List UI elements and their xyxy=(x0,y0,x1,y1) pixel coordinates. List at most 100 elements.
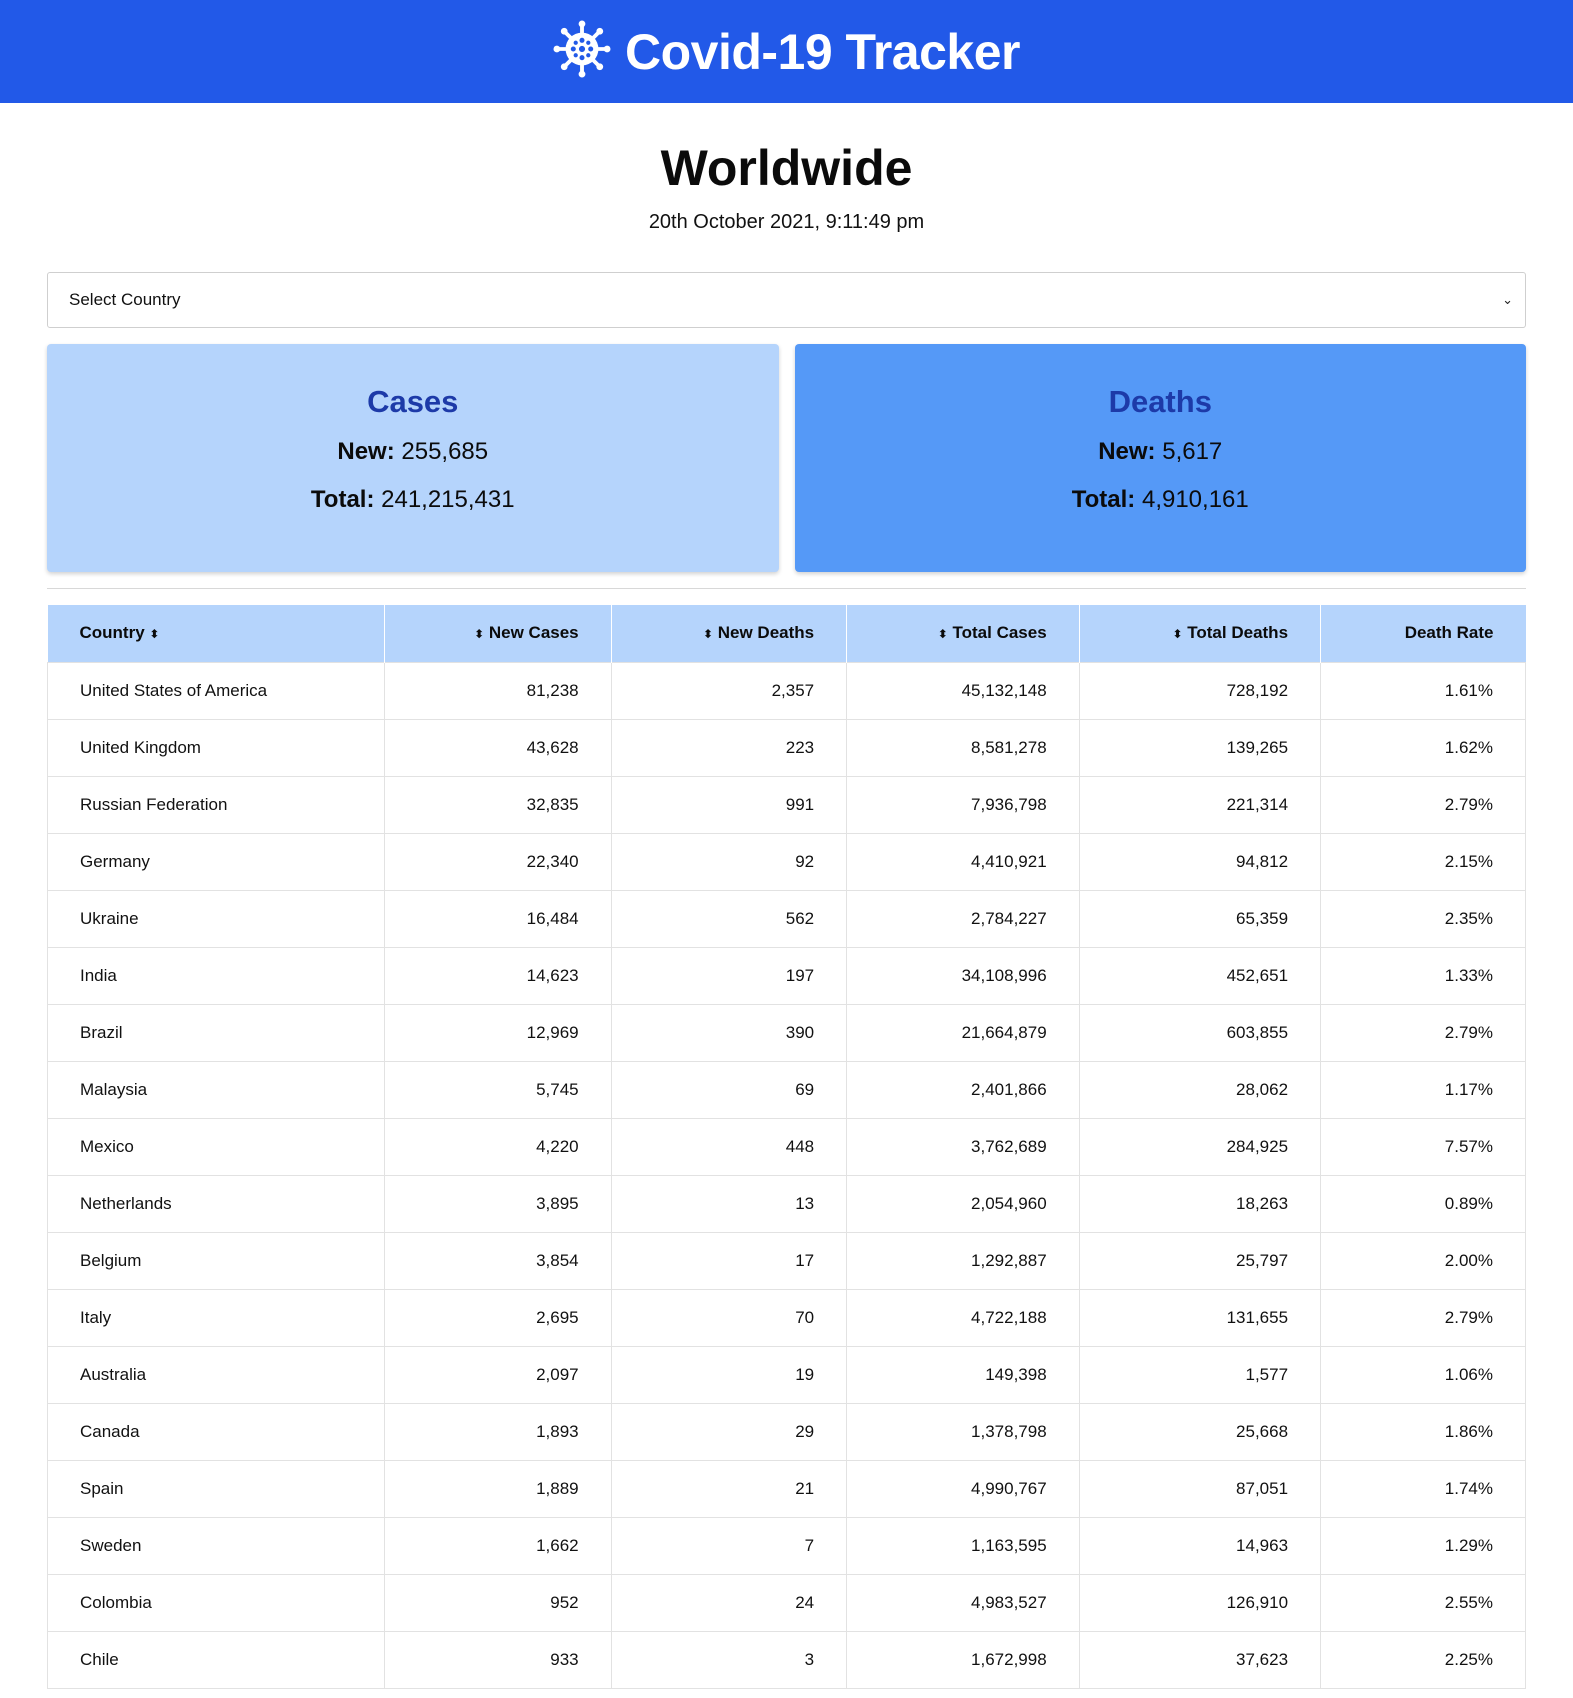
cell-death-rate: 1.86% xyxy=(1320,1402,1526,1461)
table-row: Germany 22,340 92 4,410,921 94,812 2.15% xyxy=(47,832,1526,891)
cases-total-label: Total: xyxy=(310,486,375,513)
cell-country: Malaysia xyxy=(47,1060,385,1119)
cell-new-cases: 3,854 xyxy=(383,1231,612,1290)
cell-death-rate: 2.79% xyxy=(1320,1003,1526,1062)
table-row: Chile 933 3 1,672,998 37,623 2.25% xyxy=(47,1630,1526,1689)
cell-death-rate: 2.55% xyxy=(1320,1573,1526,1632)
cell-total-cases: 149,398 xyxy=(846,1345,1080,1404)
cell-new-deaths: 21 xyxy=(610,1459,848,1518)
column-header-total-cases[interactable]: ⬍ Total Cases xyxy=(846,605,1080,662)
cell-total-deaths: 25,668 xyxy=(1078,1402,1322,1461)
cell-total-deaths: 221,314 xyxy=(1078,775,1322,834)
cell-death-rate: 1.33% xyxy=(1320,946,1526,1005)
cell-death-rate: 1.61% xyxy=(1320,661,1526,720)
cell-country: Chile xyxy=(47,1630,385,1689)
deaths-new-label: New: xyxy=(1098,438,1156,465)
cell-new-deaths: 991 xyxy=(610,775,848,834)
cell-country: Germany xyxy=(47,832,385,891)
cell-death-rate: 1.74% xyxy=(1320,1459,1526,1518)
column-header-country[interactable]: Country ⬍ xyxy=(47,605,385,662)
cell-new-cases: 5,745 xyxy=(383,1060,612,1119)
cell-death-rate: 2.00% xyxy=(1320,1231,1526,1290)
table-row: Canada 1,893 29 1,378,798 25,668 1.86% xyxy=(47,1402,1526,1461)
cell-total-cases: 3,762,689 xyxy=(846,1117,1080,1176)
cell-total-deaths: 18,263 xyxy=(1078,1174,1322,1233)
cell-country: Italy xyxy=(47,1288,385,1347)
cell-death-rate: 1.62% xyxy=(1320,718,1526,777)
sort-icon: ⬍ xyxy=(1172,626,1183,641)
cell-death-rate: 2.79% xyxy=(1320,775,1526,834)
cell-new-cases: 4,220 xyxy=(383,1117,612,1176)
table-row: United Kingdom 43,628 223 8,581,278 139,265 1… xyxy=(47,718,1526,777)
cell-total-deaths: 65,359 xyxy=(1078,889,1322,948)
table-header-row: Country ⬍ ⬍ New Cases ⬍ New Deaths ⬍ Tot… xyxy=(47,605,1526,662)
cell-country: United Kingdom xyxy=(47,718,385,777)
cell-death-rate: 2.25% xyxy=(1320,1630,1526,1689)
table-row: Australia 2,097 19 149,398 1,577 1.06% xyxy=(47,1345,1526,1404)
cell-total-deaths: 87,051 xyxy=(1078,1459,1322,1518)
cell-new-cases: 3,895 xyxy=(383,1174,612,1233)
cell-total-cases: 4,990,767 xyxy=(846,1459,1080,1518)
cell-total-cases: 8,581,278 xyxy=(846,718,1080,777)
cell-total-deaths: 14,963 xyxy=(1078,1516,1322,1575)
cell-total-cases: 1,378,798 xyxy=(846,1402,1080,1461)
table-row: Netherlands 3,895 13 2,054,960 18,263 0.89% xyxy=(47,1174,1526,1233)
cell-new-deaths: 29 xyxy=(610,1402,848,1461)
table-row: Russian Federation 32,835 991 7,936,798 221,… xyxy=(47,775,1526,834)
cell-country: Australia xyxy=(47,1345,385,1404)
page-title: Worldwide xyxy=(660,140,913,196)
table-row: Colombia 952 24 4,983,527 126,910 2.55% xyxy=(47,1573,1526,1632)
column-label-total-deaths: Total Deaths xyxy=(1187,623,1289,643)
cell-total-cases: 2,401,866 xyxy=(846,1060,1080,1119)
cell-country: Spain xyxy=(47,1459,385,1518)
cell-total-cases: 45,132,148 xyxy=(846,661,1080,720)
deaths-card: Deaths New: 5,617 Total: 4,910,161 xyxy=(794,344,1526,572)
table-row: Mexico 4,220 448 3,762,689 284,925 7.57% xyxy=(47,1117,1526,1176)
app-title: Covid-19 Tracker xyxy=(625,23,1020,80)
column-header-new-deaths[interactable]: ⬍ New Deaths xyxy=(610,605,847,662)
cell-new-deaths: 448 xyxy=(610,1117,848,1176)
column-header-total-deaths[interactable]: ⬍ Total Deaths xyxy=(1078,605,1321,662)
cell-death-rate: 2.79% xyxy=(1320,1288,1526,1347)
deaths-total-label: Total: xyxy=(1071,486,1136,513)
cell-total-cases: 2,784,227 xyxy=(846,889,1080,948)
deaths-total-value: 4,910,161 xyxy=(1141,486,1249,513)
cell-country: Russian Federation xyxy=(47,775,385,834)
column-header-new-cases[interactable]: ⬍ New Cases xyxy=(383,605,612,662)
cell-death-rate: 2.35% xyxy=(1320,889,1526,948)
table-row: Sweden 1,662 7 1,163,595 14,963 1.29% xyxy=(47,1516,1526,1575)
table-row: Italy 2,695 70 4,722,188 131,655 2.79% xyxy=(47,1288,1526,1347)
region-summary: Worldwide 20th October 2021, 9:11:49 pm xyxy=(0,139,1573,234)
cell-new-deaths: 24 xyxy=(610,1573,848,1632)
cell-total-cases: 21,664,879 xyxy=(846,1003,1080,1062)
cell-new-cases: 1,662 xyxy=(383,1516,612,1575)
cell-new-deaths: 70 xyxy=(610,1288,848,1347)
cell-new-deaths: 223 xyxy=(610,718,848,777)
cell-country: Belgium xyxy=(47,1231,385,1290)
cell-new-deaths: 17 xyxy=(610,1231,848,1290)
cell-new-deaths: 197 xyxy=(610,946,848,1005)
cell-total-cases: 1,292,887 xyxy=(846,1231,1080,1290)
cell-total-deaths: 126,910 xyxy=(1078,1573,1322,1632)
cell-total-deaths: 728,192 xyxy=(1078,661,1322,720)
sort-icon: ⬍ xyxy=(937,626,948,641)
cell-new-cases: 81,238 xyxy=(383,661,612,720)
sort-icon: ⬍ xyxy=(702,626,714,641)
cell-country: United States of America xyxy=(47,661,385,720)
cell-country: Canada xyxy=(47,1402,385,1461)
cell-new-deaths: 2,357 xyxy=(610,661,848,720)
table-body: United States of America 81,238 2,357 45,13… xyxy=(47,661,1526,1689)
column-label-new-deaths: New Deaths xyxy=(717,623,815,643)
cell-country: Colombia xyxy=(47,1573,385,1632)
cell-total-cases: 1,672,998 xyxy=(846,1630,1080,1689)
country-select[interactable]: Select Country ⌄ xyxy=(47,272,1526,328)
country-select-value: Select Country xyxy=(69,290,181,309)
cases-card: Cases New: 255,685 Total: 241,215,431 xyxy=(47,344,779,572)
cell-new-cases: 12,969 xyxy=(383,1003,612,1062)
divider xyxy=(47,588,1526,589)
virus-icon xyxy=(553,20,611,83)
cell-country: Brazil xyxy=(47,1003,385,1062)
cell-country: India xyxy=(47,946,385,1005)
table-row: Malaysia 5,745 69 2,401,866 28,062 1.17% xyxy=(47,1060,1526,1119)
column-label-new-cases: New Cases xyxy=(488,623,579,643)
